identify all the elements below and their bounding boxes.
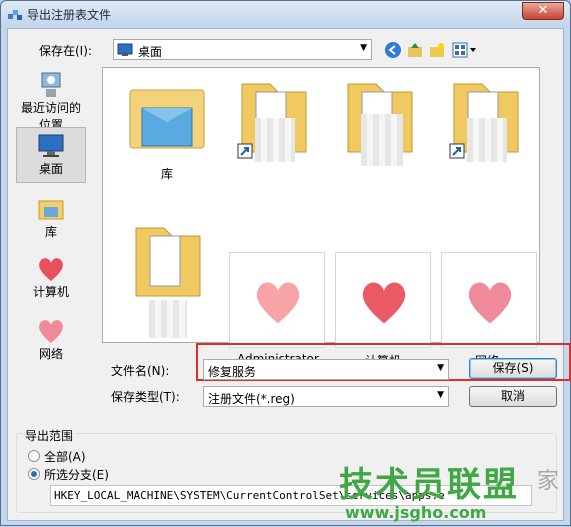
place-network[interactable]: 网络 bbox=[16, 317, 86, 367]
chevron-down-icon[interactable]: ▼ bbox=[360, 43, 367, 53]
filetype-label: 保存类型(T): bbox=[111, 390, 180, 404]
filetype-combo[interactable]: 注册文件(*.reg) ▼ bbox=[203, 386, 449, 407]
chevron-down-icon[interactable]: ▼ bbox=[437, 363, 444, 373]
filename-value: 修复服务 bbox=[208, 365, 257, 379]
library-icon bbox=[38, 200, 64, 220]
heart-icon bbox=[256, 282, 300, 324]
radio-all[interactable] bbox=[28, 450, 40, 462]
library-folder-icon bbox=[129, 89, 205, 149]
blurred-label bbox=[149, 300, 187, 338]
recent-places-icon bbox=[41, 72, 61, 97]
place-label: 桌面 bbox=[38, 162, 63, 176]
view-menu-icon[interactable] bbox=[452, 41, 478, 59]
file-item-administrator[interactable] bbox=[229, 252, 325, 348]
file-item-network[interactable] bbox=[441, 252, 537, 348]
chevron-down-icon[interactable]: ▼ bbox=[437, 390, 444, 400]
watermark-side: 家 bbox=[537, 469, 560, 494]
heart-icon bbox=[39, 258, 63, 281]
radio-selected-branch[interactable] bbox=[28, 468, 40, 480]
blurred-label bbox=[361, 114, 403, 166]
place-label: 库 bbox=[44, 225, 57, 239]
file-item-folder-4[interactable] bbox=[119, 218, 215, 338]
filetype-value: 注册文件(*.reg) bbox=[208, 392, 295, 406]
window-title: 导出注册表文件 bbox=[27, 8, 112, 22]
save-button[interactable]: 保存(S) bbox=[469, 358, 557, 379]
desktop-icon bbox=[38, 134, 64, 157]
filename-combo[interactable]: 修复服务 ▼ bbox=[203, 359, 449, 380]
file-item-folder-3[interactable] bbox=[437, 74, 533, 179]
close-button[interactable]: ✕ bbox=[522, 2, 564, 20]
title-bar[interactable]: 导出注册表文件 ✕ bbox=[1, 1, 570, 27]
desktop-icon bbox=[117, 43, 133, 56]
radio-all-label: 全部(A) bbox=[44, 450, 86, 464]
file-item-computer[interactable] bbox=[335, 252, 431, 348]
place-recent[interactable]: 最近访问的位置 bbox=[16, 69, 86, 132]
file-item-library[interactable]: 库 bbox=[119, 74, 215, 181]
save-in-label: 保存在(I): bbox=[39, 44, 92, 58]
blurred-label bbox=[467, 118, 507, 162]
place-label: 计算机 bbox=[32, 285, 69, 299]
filename-label: 文件名(N): bbox=[111, 364, 170, 378]
file-item-folder-1[interactable] bbox=[225, 74, 321, 179]
up-folder-icon[interactable] bbox=[406, 41, 424, 59]
cancel-button[interactable]: 取消 bbox=[469, 386, 557, 407]
places-bar: 最近访问的位置 桌面 库 计算机 网络 bbox=[16, 69, 86, 369]
export-range-title: 导出范围 bbox=[22, 427, 77, 444]
new-folder-icon[interactable] bbox=[428, 41, 446, 59]
place-library[interactable]: 库 bbox=[16, 193, 86, 243]
save-in-combo[interactable]: 桌面 ▼ bbox=[113, 39, 372, 60]
export-registry-dialog: 导出注册表文件 ✕ 保存在(I): 桌面 ▼ 最近访问的位置 桌面 库 计算机 … bbox=[0, 0, 571, 526]
dialog-body: 保存在(I): 桌面 ▼ 最近访问的位置 桌面 库 计算机 网络 库 文件名(N… bbox=[7, 28, 571, 521]
heart-icon bbox=[468, 282, 512, 324]
place-label: 网络 bbox=[38, 347, 63, 361]
save-in-value: 桌面 bbox=[138, 45, 163, 59]
watermark-url: www.jsgho.com bbox=[345, 503, 487, 522]
heart-icon bbox=[362, 282, 406, 324]
place-desktop[interactable]: 桌面 bbox=[16, 127, 86, 183]
heart-icon bbox=[39, 320, 63, 343]
radio-branch-label: 所选分支(E) bbox=[44, 468, 109, 482]
folder-icon bbox=[135, 227, 201, 297]
watermark-title: 技术员联盟 bbox=[339, 465, 519, 505]
file-item-folder-2[interactable] bbox=[331, 74, 427, 179]
blurred-label bbox=[255, 118, 295, 162]
watermark: 技术员联盟 www.jsgho.com 家 bbox=[339, 457, 571, 527]
file-list[interactable]: 库 Administrator bbox=[102, 67, 540, 368]
back-icon[interactable] bbox=[384, 41, 402, 59]
file-label: 库 bbox=[160, 167, 173, 181]
place-computer[interactable]: 计算机 bbox=[16, 255, 86, 305]
registry-editor-icon bbox=[8, 10, 22, 20]
